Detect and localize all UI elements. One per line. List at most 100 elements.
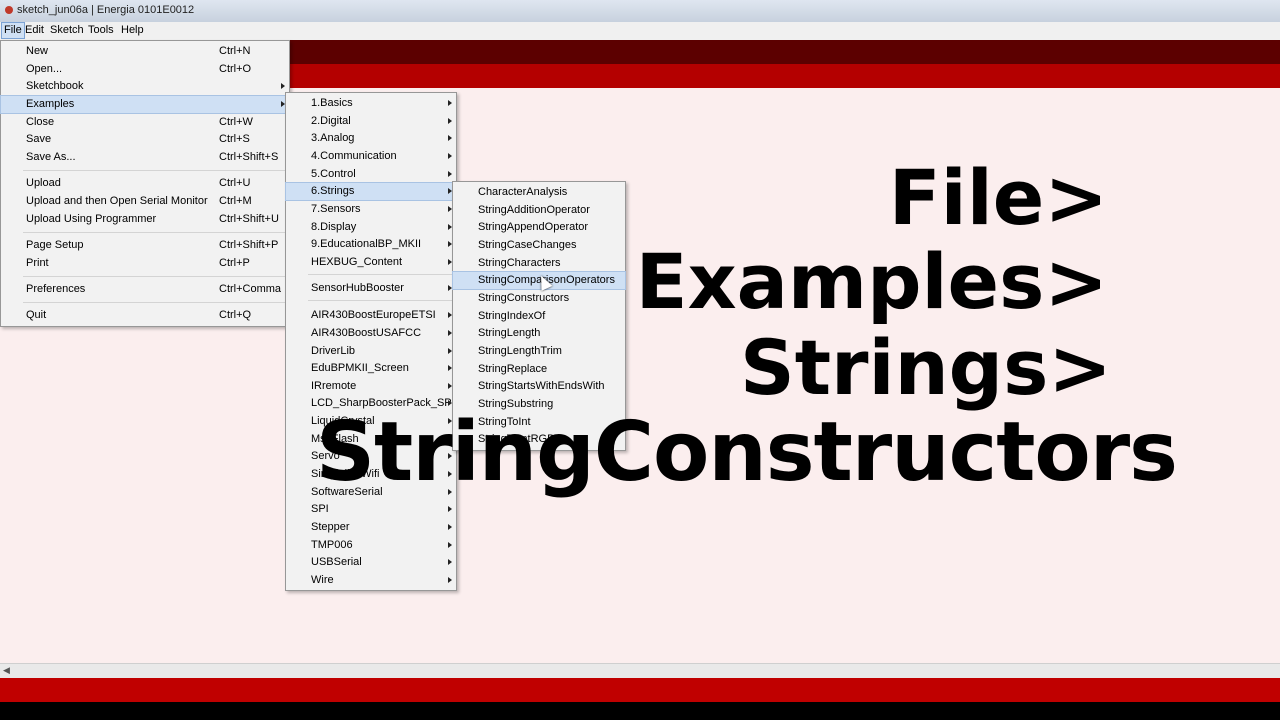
menu-item-sketchbook[interactable]: Sketchbook (1, 78, 289, 95)
menu-item-label: 8.Display (311, 221, 357, 233)
console-area (0, 702, 1280, 720)
submenu-arrow-icon (448, 171, 452, 177)
menu-separator (23, 276, 285, 277)
string-example-item[interactable]: StringLength (453, 325, 625, 342)
example-stepper[interactable]: Stepper (286, 519, 456, 536)
example-strings[interactable]: 6.Strings (285, 182, 457, 201)
submenu-arrow-icon (448, 100, 452, 106)
example-air430-etsi[interactable]: AIR430BoostEuropeETSI (286, 307, 456, 324)
menu-item-shortcut: Ctrl+Q (219, 309, 252, 321)
overlay-line-strings: Strings> (739, 323, 1112, 412)
menu-item-label: Open... (26, 63, 63, 75)
menu-item-label: 3.Analog (311, 132, 355, 144)
example-usbserial[interactable]: USBSerial (286, 554, 456, 571)
example-sensors[interactable]: 7.Sensors (286, 201, 456, 218)
menu-item-label: Close (26, 116, 55, 128)
menu-sketch[interactable]: Sketch (48, 23, 86, 38)
string-example-item[interactable]: StringIndexOf (453, 308, 625, 325)
menu-item-label: 4.Communication (311, 150, 397, 162)
example-communication[interactable]: 4.Communication (286, 148, 456, 165)
example-hexbug[interactable]: HEXBUG_Content (286, 254, 456, 271)
file-menu: New Ctrl+N Open... Ctrl+O Sketchbook Exa… (0, 40, 290, 327)
string-example-item[interactable]: StringCharacters (453, 255, 625, 272)
menu-item-label: Save As... (26, 151, 76, 163)
example-air430-usafcc[interactable]: AIR430BoostUSAFCC (286, 325, 456, 342)
status-bar (0, 678, 1280, 702)
menu-item-label: AIR430BoostUSAFCC (311, 327, 422, 339)
menu-item-label: StringIndexOf (478, 310, 546, 322)
window-title: sketch_jun06a | Energia 0101E0012 (17, 4, 195, 16)
menu-separator (23, 170, 285, 171)
menu-help[interactable]: Help (119, 23, 146, 38)
menu-item-label: Wire (311, 574, 334, 586)
menu-separator (308, 300, 452, 301)
example-driverlib[interactable]: DriverLib (286, 343, 456, 360)
submenu-arrow-icon (448, 559, 452, 565)
menu-item-shortcut: Ctrl+Comma (219, 283, 282, 295)
string-example-item[interactable]: StringReplace (453, 361, 625, 378)
example-control[interactable]: 5.Control (286, 166, 456, 183)
submenu-arrow-icon (448, 524, 452, 530)
menu-item-upload-programmer[interactable]: Upload Using Programmer Ctrl+Shift+U (1, 211, 289, 228)
string-example-item[interactable]: StringStartsWithEndsWith (453, 378, 625, 395)
example-educationalbp[interactable]: 9.EducationalBP_MKII (286, 236, 456, 253)
menu-item-close[interactable]: Close Ctrl+W (1, 114, 289, 131)
overlay-line-examples: Examples> (635, 237, 1108, 326)
string-example-item[interactable]: StringAdditionOperator (453, 202, 625, 219)
string-example-item[interactable]: StringCaseChanges (453, 237, 625, 254)
example-analog[interactable]: 3.Analog (286, 130, 456, 147)
horizontal-scrollbar[interactable]: ◀ (0, 663, 1280, 678)
example-edubpmkii-screen[interactable]: EduBPMKII_Screen (286, 360, 456, 377)
menu-item-label: 1.Basics (311, 97, 353, 109)
example-wire[interactable]: Wire (286, 572, 456, 589)
example-irremote[interactable]: IRremote (286, 378, 456, 395)
example-sensorhubbooster[interactable]: SensorHubBooster (286, 280, 456, 297)
menu-item-label: New (26, 45, 49, 57)
example-digital[interactable]: 2.Digital (286, 113, 456, 130)
string-example-item[interactable]: CharacterAnalysis (453, 184, 625, 201)
menu-item-label: StringAdditionOperator (478, 204, 590, 216)
menu-edit[interactable]: Edit (23, 23, 46, 38)
menu-item-label: SensorHubBooster (311, 282, 404, 294)
menu-item-examples[interactable]: Examples (0, 95, 290, 114)
menu-item-save-as[interactable]: Save As... Ctrl+Shift+S (1, 149, 289, 166)
example-display[interactable]: 8.Display (286, 219, 456, 236)
menu-item-label: Stepper (311, 521, 350, 533)
example-tmp006[interactable]: TMP006 (286, 537, 456, 554)
menu-item-print[interactable]: Print Ctrl+P (1, 255, 289, 272)
example-spi[interactable]: SPI (286, 501, 456, 518)
menu-item-open[interactable]: Open... Ctrl+O (1, 61, 289, 78)
menu-item-label: StringLengthTrim (478, 345, 562, 357)
menu-file[interactable]: File (1, 22, 25, 39)
menu-item-label: Preferences (26, 283, 86, 295)
menu-item-label: HEXBUG_Content (311, 256, 403, 268)
menu-item-label: StringCharacters (478, 257, 561, 269)
string-example-item[interactable]: StringConstructors (453, 290, 625, 307)
menubar: File Edit Sketch Tools Help (0, 22, 1280, 41)
menu-item-shortcut: Ctrl+N (219, 45, 251, 57)
menu-tools[interactable]: Tools (86, 23, 116, 38)
app-icon (5, 6, 13, 14)
menu-item-label: StringAppendOperator (478, 221, 589, 233)
menu-item-label: StringConstructors (478, 292, 570, 304)
string-example-item[interactable]: StringLengthTrim (453, 343, 625, 360)
string-example-item[interactable]: StringAppendOperator (453, 219, 625, 236)
example-basics[interactable]: 1.Basics (286, 95, 456, 112)
menu-item-shortcut: Ctrl+O (219, 63, 252, 75)
window-titlebar: sketch_jun06a | Energia 0101E0012 (0, 0, 1280, 23)
menu-item-quit[interactable]: Quit Ctrl+Q (1, 307, 289, 324)
menu-item-shortcut: Ctrl+S (219, 133, 250, 145)
menu-item-save[interactable]: Save Ctrl+S (1, 131, 289, 148)
menu-item-page-setup[interactable]: Page Setup Ctrl+Shift+P (1, 237, 289, 254)
menu-item-upload-serial[interactable]: Upload and then Open Serial Monitor Ctrl… (1, 193, 289, 210)
scroll-left-icon[interactable]: ◀ (3, 666, 10, 676)
menu-item-label: 6.Strings (311, 185, 355, 197)
menu-item-new[interactable]: New Ctrl+N (1, 43, 289, 60)
overlay-line-stringconstructors: StringConstructors (316, 405, 1178, 500)
menu-item-label: Print (26, 257, 49, 269)
submenu-arrow-icon (448, 135, 452, 141)
menu-item-label: Examples (26, 98, 75, 110)
menu-item-preferences[interactable]: Preferences Ctrl+Comma (1, 281, 289, 298)
menu-item-label: Sketchbook (26, 80, 84, 92)
menu-item-upload[interactable]: Upload Ctrl+U (1, 175, 289, 192)
